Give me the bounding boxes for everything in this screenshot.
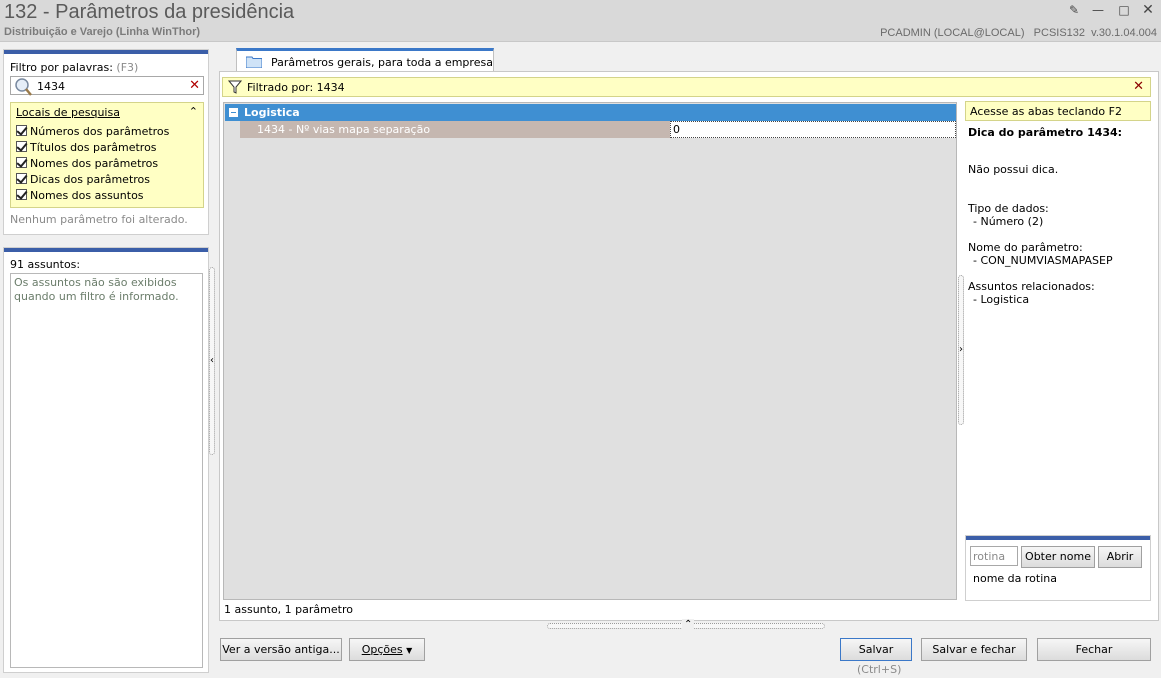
assuntos-count: 91 assuntos: xyxy=(10,258,81,271)
tab-parametros-gerais[interactable]: Parâmetros gerais, para toda a empresa (… xyxy=(236,48,494,82)
opcoes-label: Opções xyxy=(361,643,403,656)
clear-filter-icon[interactable]: ✕ xyxy=(1133,79,1144,94)
collapse-right-icon[interactable]: › xyxy=(959,344,963,355)
edit-icon[interactable]: ✎ xyxy=(1065,2,1083,18)
row-indent xyxy=(225,121,240,138)
table-row[interactable]: 1434 - Nº vias mapa separação 0 xyxy=(240,121,956,138)
checkbox-checked-icon[interactable] xyxy=(16,157,27,168)
salvar-shortcut: (Ctrl+S) xyxy=(857,663,902,676)
assuntos-list[interactable]: Os assuntos não são exibidos quando um f… xyxy=(10,273,203,668)
funnel-icon xyxy=(228,80,242,94)
collapse-group-icon[interactable] xyxy=(229,108,238,117)
param-name-label: Nome do parâmetro: xyxy=(968,241,1083,254)
checkbox-checked-icon[interactable] xyxy=(16,173,27,184)
filter-bar: Filtrado por: 1434 ✕ xyxy=(222,77,1151,97)
grid-status: 1 assunto, 1 parâmetro xyxy=(224,603,353,616)
window-subtitle: Distribuição e Varejo (Linha WinThor) xyxy=(4,26,201,38)
tip-bar-text: Acesse as abas teclando F2 xyxy=(970,105,1122,118)
param-name-value: - CON_NUMVIASMAPASEP xyxy=(973,254,1113,267)
checkbox-dicas[interactable]: Dicas dos parâmetros xyxy=(16,173,150,189)
minimize-icon[interactable]: — xyxy=(1089,2,1107,18)
data-type-value: - Número (2) xyxy=(973,215,1044,228)
checkbox-numeros[interactable]: Números dos parâmetros xyxy=(16,125,169,141)
abrir-button[interactable]: Abrir xyxy=(1098,546,1142,568)
checkbox-label: Nomes dos assuntos xyxy=(30,189,144,202)
related-value: - Logistica xyxy=(973,293,1030,306)
checkbox-label: Números dos parâmetros xyxy=(30,125,170,138)
panel-header-bar xyxy=(966,536,1150,540)
maximize-icon[interactable]: □ xyxy=(1115,2,1133,18)
search-value: 1434 xyxy=(37,80,65,93)
routine-input[interactable]: rotina xyxy=(970,546,1018,566)
parameter-value: 0 xyxy=(673,123,680,136)
filter-panel: Filtro por palavras: (F3) 1434 ✕ Locais … xyxy=(3,49,209,235)
checkbox-titulos[interactable]: Títulos dos parâmetros xyxy=(16,141,157,157)
checkbox-checked-icon[interactable] xyxy=(16,125,27,136)
filter-label: Filtro por palavras: (F3) xyxy=(10,61,138,74)
checkbox-label: Títulos dos parâmetros xyxy=(30,141,157,154)
checkbox-label: Nomes dos parâmetros xyxy=(30,157,159,170)
salvar-e-fechar-button[interactable]: Salvar e fechar xyxy=(921,638,1027,661)
panel-header-bar xyxy=(4,50,208,54)
no-tip-text: Não possui dica. xyxy=(968,163,1059,176)
panel-header-bar xyxy=(4,248,208,252)
search-locations-title: Locais de pesquisa xyxy=(16,106,120,119)
checkbox-checked-icon[interactable] xyxy=(16,141,27,152)
opcoes-button[interactable]: Opções ▼ xyxy=(349,638,425,661)
group-row[interactable]: Logistica xyxy=(225,104,956,121)
parameter-name: 1434 - Nº vias mapa separação xyxy=(257,123,431,136)
collapse-icon[interactable]: ⌃ xyxy=(189,105,198,118)
checkbox-checked-icon[interactable] xyxy=(16,189,27,200)
assuntos-message: Os assuntos não são exibidos quando um f… xyxy=(14,276,179,303)
checkbox-assuntos[interactable]: Nomes dos assuntos xyxy=(16,189,144,205)
assuntos-panel: 91 assuntos: Os assuntos não são exibido… xyxy=(3,247,209,673)
tip-title: Dica do parâmetro 1434: xyxy=(968,126,1123,139)
routine-panel: rotina Obter nome Abrir nome da rotina xyxy=(965,535,1151,601)
dropdown-arrow-icon: ▼ xyxy=(406,646,413,655)
search-input[interactable]: 1434 ✕ xyxy=(10,76,204,96)
parameter-grid: Logistica 1434 - Nº vias mapa separação … xyxy=(223,102,957,600)
user-info: PCADMIN (LOCAL@LOCAL) PCSIS132 v.30.1.04… xyxy=(880,27,1157,39)
filter-label-text: Filtro por palavras: xyxy=(10,61,113,74)
ver-versao-antiga-button[interactable]: Ver a versão antiga... xyxy=(220,638,342,661)
filter-shortcut: (F3) xyxy=(116,61,139,74)
fechar-button[interactable]: Fechar xyxy=(1037,638,1151,661)
filter-bar-text: Filtrado por: 1434 xyxy=(247,81,345,94)
checkbox-nomes[interactable]: Nomes dos parâmetros xyxy=(16,157,158,173)
checkbox-label: Dicas dos parâmetros xyxy=(30,173,151,186)
parameter-name-cell[interactable]: 1434 - Nº vias mapa separação xyxy=(240,121,670,138)
salvar-button[interactable]: Salvar xyxy=(840,638,912,661)
data-type-label: Tipo de dados: xyxy=(968,202,1049,215)
change-status: Nenhum parâmetro foi alterado. xyxy=(10,213,188,226)
collapse-bottom-icon[interactable]: ⌃ xyxy=(682,619,695,630)
folder-icon xyxy=(246,56,262,68)
parameter-value-cell[interactable]: 0 xyxy=(670,121,956,138)
obter-nome-button[interactable]: Obter nome xyxy=(1021,546,1095,568)
close-icon[interactable]: ✕ xyxy=(1139,2,1157,18)
routine-name-hint: nome da rotina xyxy=(973,572,1057,585)
search-locations-box: Locais de pesquisa ⌃ Números dos parâmet… xyxy=(10,102,204,208)
clear-icon[interactable]: ✕ xyxy=(189,78,200,93)
group-label: Logistica xyxy=(244,106,300,119)
related-label: Assuntos relacionados: xyxy=(968,280,1095,293)
routine-placeholder: rotina xyxy=(973,550,1006,563)
tip-bar: Acesse as abas teclando F2 xyxy=(965,101,1151,121)
search-icon xyxy=(15,78,32,96)
window-title: 132 - Parâmetros da presidência xyxy=(4,1,295,23)
title-bar: 132 - Parâmetros da presidência Distribu… xyxy=(0,0,1161,42)
collapse-left-icon[interactable]: ‹ xyxy=(210,355,214,366)
